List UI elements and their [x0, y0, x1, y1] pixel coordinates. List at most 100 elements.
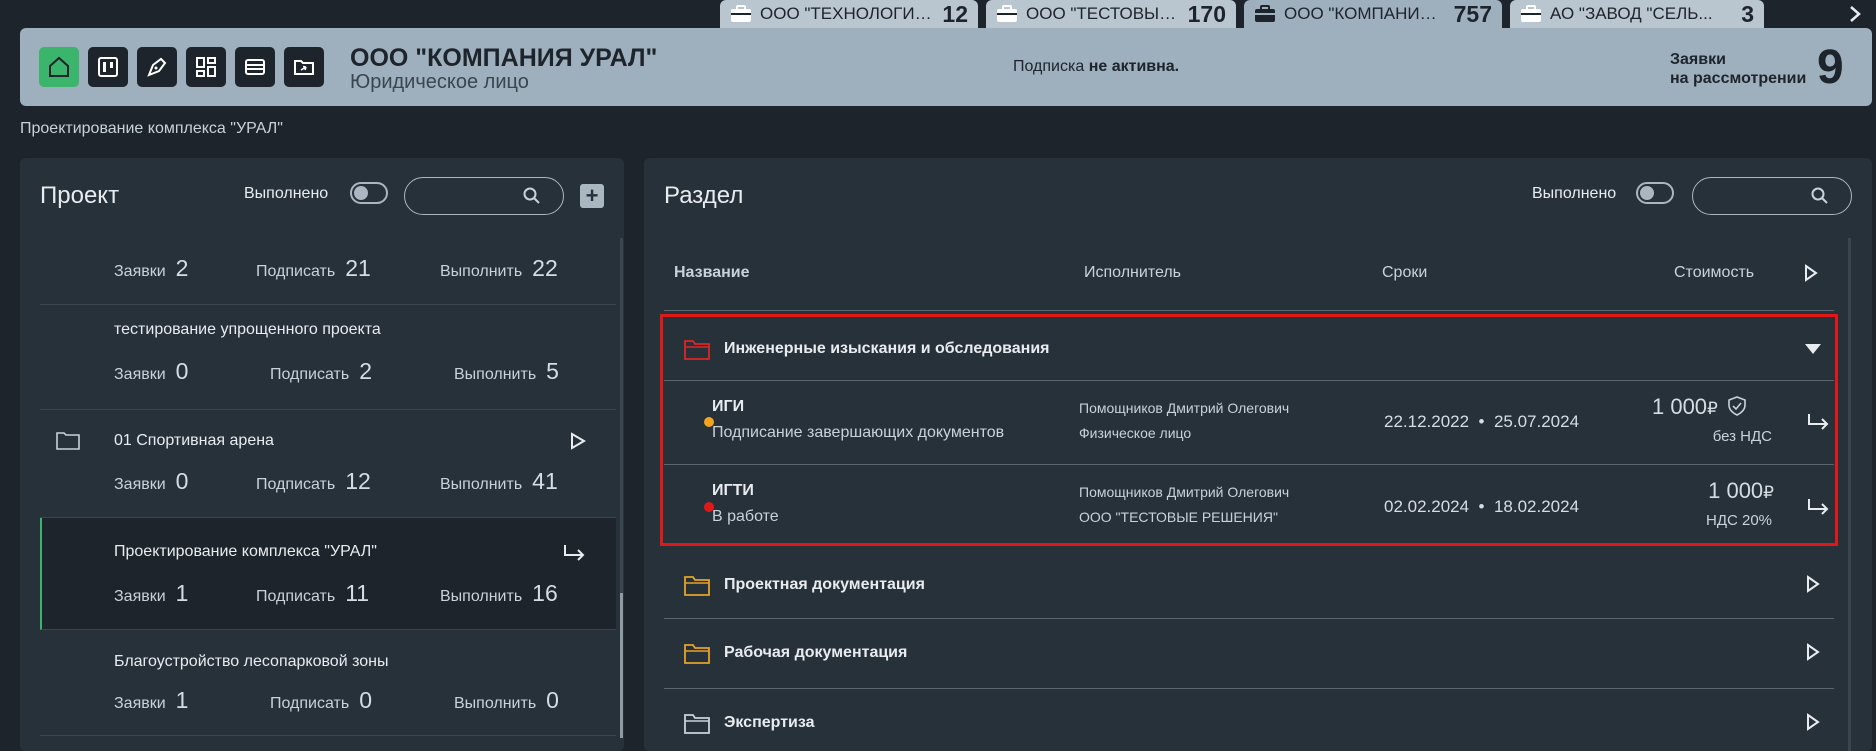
company-tabs: ООО "ТЕХНОЛОГИЯ... 12 ООО "ТЕСТОВЫЕ Р...…: [720, 0, 1764, 28]
play-arrow-icon[interactable]: [1804, 264, 1818, 282]
play-arrow-icon[interactable]: [1806, 575, 1820, 593]
column-dates[interactable]: Сроки: [1382, 264, 1427, 282]
briefcase-icon: [1521, 5, 1541, 22]
selection-highlight: [660, 314, 1838, 546]
section-title: Рабочая документация: [724, 644, 908, 661]
home-button[interactable]: [39, 47, 79, 87]
company-tab-name: ООО "КОМПАНИЯ У...: [1284, 4, 1446, 23]
section-row[interactable]: Экспертиза: [664, 690, 1834, 751]
stat-value: 1: [175, 687, 189, 713]
play-arrow-icon[interactable]: [1806, 643, 1820, 661]
requests-count[interactable]: 9: [1817, 40, 1844, 95]
dashboard-button[interactable]: [186, 47, 226, 87]
breadcrumb[interactable]: Проектирование комплекса "УРАЛ": [20, 120, 283, 138]
stat-requests: Заявки 2: [114, 255, 188, 282]
section-row[interactable]: Проектная документация: [664, 552, 1834, 618]
stat-execute: Выполнить 41: [440, 468, 558, 495]
subscription-prefix: Подписка: [1013, 58, 1089, 75]
add-project-button[interactable]: +: [580, 183, 604, 208]
company-tab-count: 12: [942, 0, 968, 27]
project-scrollbar[interactable]: [620, 238, 623, 738]
company-tab-name: ООО "ТЕСТОВЫЕ Р...: [1026, 4, 1180, 23]
chevron-right-icon: [1850, 6, 1861, 22]
section-title: Экспертиза: [724, 714, 815, 731]
subscription-status: Подписка не активна.: [1013, 58, 1179, 76]
stat-requests: Заявки 1: [114, 580, 188, 607]
panel-title: Раздел: [664, 182, 744, 209]
company-type: Юридическое лицо: [350, 71, 529, 93]
search-input[interactable]: [404, 177, 564, 215]
stat-value: 2: [175, 255, 189, 281]
section-row[interactable]: Рабочая документация: [664, 620, 1834, 686]
search-input[interactable]: [1692, 177, 1852, 215]
company-title: ООО "КОМПАНИЯ УРАЛ": [350, 44, 658, 72]
stat-value: 0: [175, 468, 189, 494]
stat-value: 41: [532, 468, 558, 494]
requests-label-2: на рассмотрении: [1670, 70, 1807, 87]
company-tab-name: АО "ЗАВОД "СЕЛЬ...: [1550, 4, 1713, 23]
stat-label: Выполнить: [440, 476, 523, 493]
stat-sign: Подписать 12: [256, 468, 371, 495]
shared-folder-button[interactable]: [284, 47, 324, 87]
stat-value: 12: [345, 468, 371, 494]
tabs-next-button[interactable]: [1840, 0, 1870, 28]
company-tab-count: 757: [1453, 0, 1492, 27]
panel-title: Проект: [40, 182, 120, 209]
return-arrow-icon[interactable]: [562, 543, 586, 563]
stat-label: Заявки: [114, 366, 166, 383]
stat-execute: Выполнить 22: [440, 255, 558, 282]
stat-value: 2: [359, 358, 372, 384]
briefcase-icon: [731, 5, 751, 22]
project-item[interactable]: Заявки 2 Подписать 21 Выполнить 22: [40, 238, 616, 305]
section-panel: Раздел Выполнено Название Исполнитель Ср…: [644, 158, 1872, 751]
section-scrollbar[interactable]: [1848, 238, 1851, 751]
stat-label: Подписать: [256, 263, 336, 280]
column-name[interactable]: Название: [674, 264, 750, 282]
project-name: тестирование упрощенного проекта: [114, 321, 381, 338]
stat-execute: Выполнить 5: [454, 358, 559, 385]
project-item[interactable]: Благоустройство лесопарковой зоны Заявки…: [40, 630, 616, 736]
company-tab[interactable]: ООО "ТЕСТОВЫЕ Р... 170: [986, 0, 1236, 28]
stat-value: 16: [532, 580, 558, 606]
stat-label: Подписать: [256, 588, 336, 605]
company-tab-count: 3: [1741, 0, 1754, 27]
project-item[interactable]: тестирование упрощенного проекта Заявки 0…: [40, 305, 616, 410]
folder-share-icon: [294, 60, 314, 75]
search-icon: [1811, 187, 1828, 204]
stat-requests: Заявки 0: [114, 468, 188, 495]
stat-label: Подписать: [270, 366, 350, 383]
kanban-button[interactable]: [88, 47, 128, 87]
toggle-knob: [1640, 186, 1654, 200]
done-toggle[interactable]: [350, 182, 388, 204]
done-toggle[interactable]: [1636, 182, 1674, 204]
kanban-icon: [98, 57, 118, 77]
stat-label: Заявки: [114, 476, 166, 493]
search-icon: [523, 187, 540, 204]
divider: [664, 310, 1834, 311]
play-arrow-icon[interactable]: [1806, 713, 1820, 731]
stat-label: Заявки: [114, 588, 166, 605]
scrollbar-thumb[interactable]: [620, 593, 623, 738]
stat-value: 5: [546, 358, 559, 384]
column-performer[interactable]: Исполнитель: [1084, 264, 1181, 282]
stat-value: 0: [175, 358, 189, 384]
column-cost[interactable]: Стоимость: [1674, 264, 1754, 282]
home-icon: [49, 56, 69, 77]
company-header: ООО "КОМПАНИЯ УРАЛ" Юридическое лицо Под…: [20, 28, 1872, 106]
project-name: Благоустройство лесопарковой зоны: [114, 653, 389, 670]
sign-button[interactable]: [137, 47, 177, 87]
stat-label: Заявки: [114, 263, 166, 280]
archive-button[interactable]: [235, 47, 275, 87]
done-label: Выполнено: [1532, 185, 1617, 202]
company-tab[interactable]: АО "ЗАВОД "СЕЛЬ... 3: [1510, 0, 1764, 28]
company-tab-active[interactable]: ООО "КОМПАНИЯ У... 757: [1244, 0, 1502, 28]
project-item[interactable]: 01 Спортивная арена Заявки 0 Подписать 12 …: [40, 410, 616, 518]
stat-sign: Подписать 21: [256, 255, 371, 282]
subscription-value: не активна.: [1088, 58, 1180, 75]
project-name: 01 Спортивная арена: [114, 432, 274, 449]
archive-icon: [245, 59, 265, 75]
requests-label[interactable]: Заявки на рассмотрении: [1670, 50, 1806, 88]
project-item-selected[interactable]: Проектирование комплекса "УРАЛ" Заявки 1 …: [40, 518, 616, 630]
play-arrow-icon[interactable]: [570, 432, 586, 450]
company-tab[interactable]: ООО "ТЕХНОЛОГИЯ... 12: [720, 0, 978, 28]
